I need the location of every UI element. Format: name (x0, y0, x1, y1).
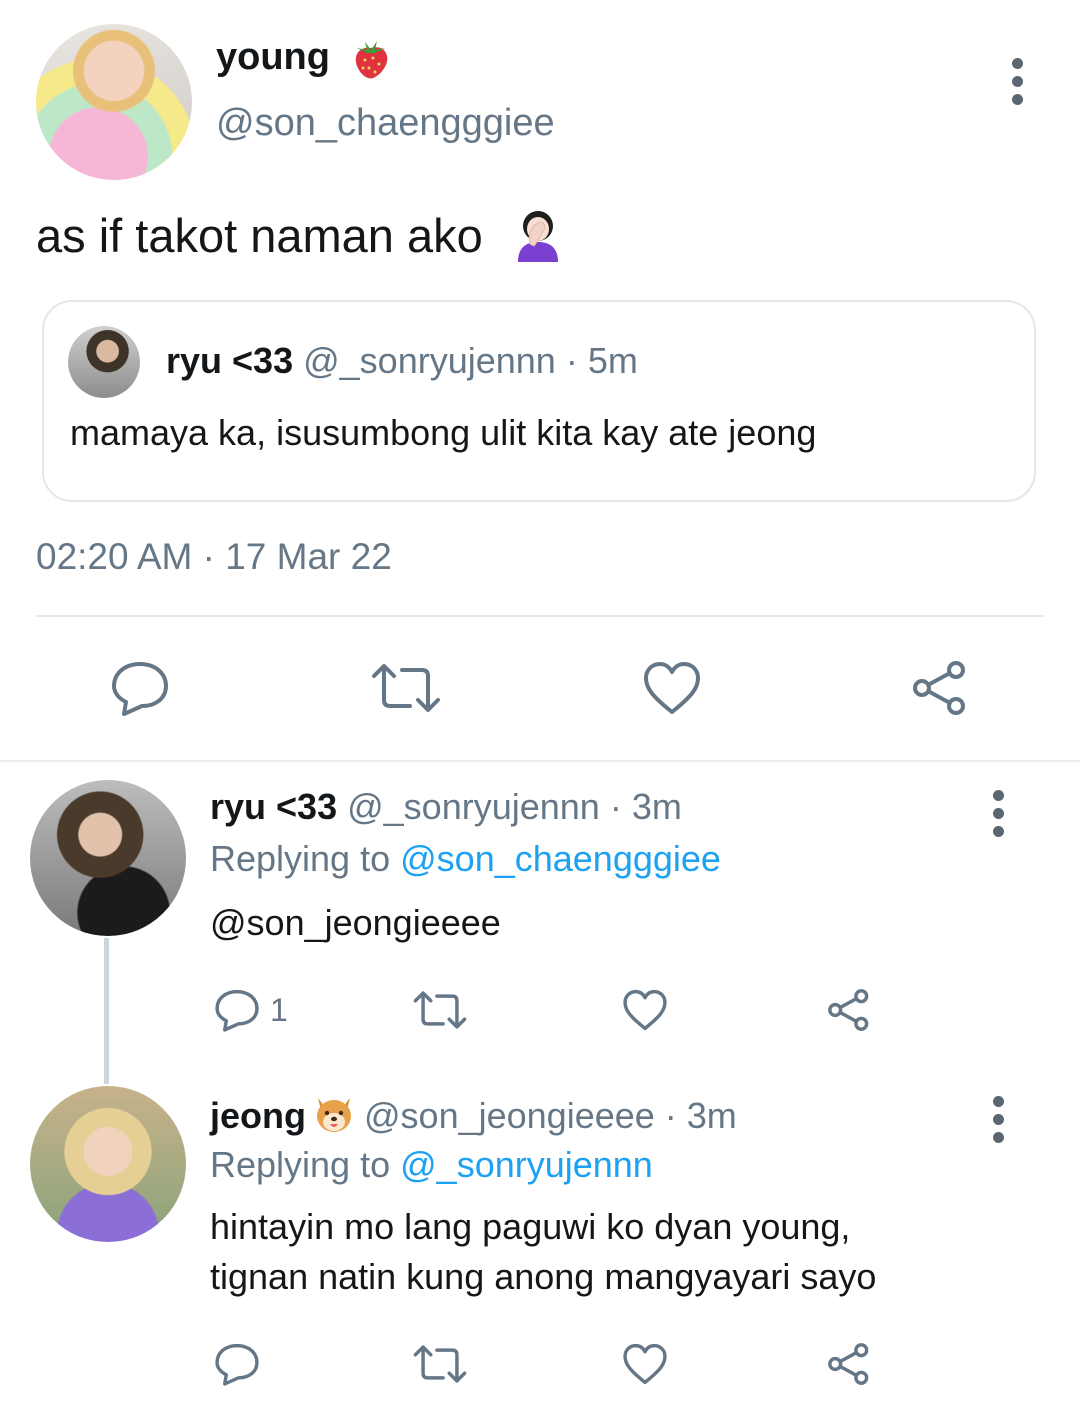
retweet-icon (372, 664, 440, 712)
quoted-time: · 5m (565, 340, 638, 381)
retweet-button[interactable] (412, 1344, 468, 1384)
quoted-display-name: ryu <33 (166, 340, 294, 381)
replying-to: Replying to @_sonryujennn (210, 1144, 653, 1185)
reply-handle[interactable]: @_sonryujennn (347, 786, 600, 827)
more-options-icon[interactable] (1010, 58, 1024, 105)
reply-button[interactable]: 1 (214, 988, 288, 1032)
retweet-icon (413, 1345, 467, 1383)
share-icon (913, 661, 965, 715)
person-facepalming-icon (517, 211, 558, 262)
author-handle[interactable]: @son_chaengggiee (216, 102, 555, 145)
replying-to-link[interactable]: @_sonryujennn (400, 1144, 653, 1185)
reply-text: hintayin mo lang paguwi ko dyan young, t… (210, 1206, 877, 1297)
quoted-handle: @_sonryujennn (303, 340, 556, 381)
reply-time: · 3m (664, 1095, 737, 1136)
reply-header: jeong @son_jeongieeee · 3m (210, 1092, 737, 1137)
like-button[interactable] (642, 660, 702, 716)
more-options-icon[interactable] (991, 790, 1005, 837)
author-display-name[interactable]: young (216, 36, 391, 80)
reply-icon (112, 662, 168, 716)
section-divider (0, 760, 1080, 762)
replying-to-link[interactable]: @son_chaengggiee (400, 838, 721, 879)
share-button[interactable] (826, 1342, 872, 1386)
divider (36, 615, 1044, 617)
share-button[interactable] (826, 988, 872, 1032)
author-avatar[interactable] (36, 24, 192, 180)
reply-handle[interactable]: @son_jeongieeee (364, 1095, 655, 1136)
quoted-text: mamaya ka, isusumbong ulit kita kay ate … (70, 412, 817, 453)
quoted-author-avatar (68, 326, 140, 398)
reply-button[interactable] (110, 660, 170, 716)
retweet-button[interactable] (370, 662, 442, 714)
reply-display-name[interactable]: jeong (210, 1095, 306, 1136)
dog-face-icon (317, 1098, 351, 1132)
reply-author-avatar[interactable] (30, 780, 186, 936)
like-icon (644, 662, 700, 714)
reply-author-avatar[interactable] (30, 1086, 186, 1242)
reply-button[interactable] (214, 1342, 260, 1386)
quoted-tweet-card[interactable] (42, 300, 1036, 502)
share-icon (828, 989, 869, 1031)
more-options-icon[interactable] (991, 1096, 1005, 1143)
like-icon (623, 989, 667, 1031)
reply-icon (215, 989, 259, 1032)
reply-display-name[interactable]: ryu <33 (210, 786, 337, 827)
reply-icon (215, 1343, 259, 1386)
quoted-header: ryu <33 @_sonryujennn · 5m (166, 340, 638, 382)
tweet-text: as if takot naman ako (36, 206, 566, 263)
reply-text-mention[interactable]: @son_jeongieeee (210, 898, 501, 948)
retweet-icon (413, 991, 467, 1029)
strawberry-icon (355, 40, 387, 79)
retweet-button[interactable] (412, 990, 468, 1030)
reply-time: · 3m (609, 786, 682, 827)
like-button[interactable] (622, 988, 668, 1032)
share-icon (828, 1343, 869, 1385)
share-button[interactable] (910, 660, 970, 716)
reply-count: 1 (270, 991, 288, 1028)
like-button[interactable] (622, 1342, 668, 1386)
tweet-timestamp: 02:20 AM · 17 Mar 22 (36, 536, 392, 577)
thread-connector (104, 938, 109, 1084)
replying-to: Replying to @son_chaengggiee (210, 838, 721, 879)
reply-header: ryu <33 @_sonryujennn · 3m (210, 786, 682, 828)
like-icon (623, 1343, 667, 1385)
